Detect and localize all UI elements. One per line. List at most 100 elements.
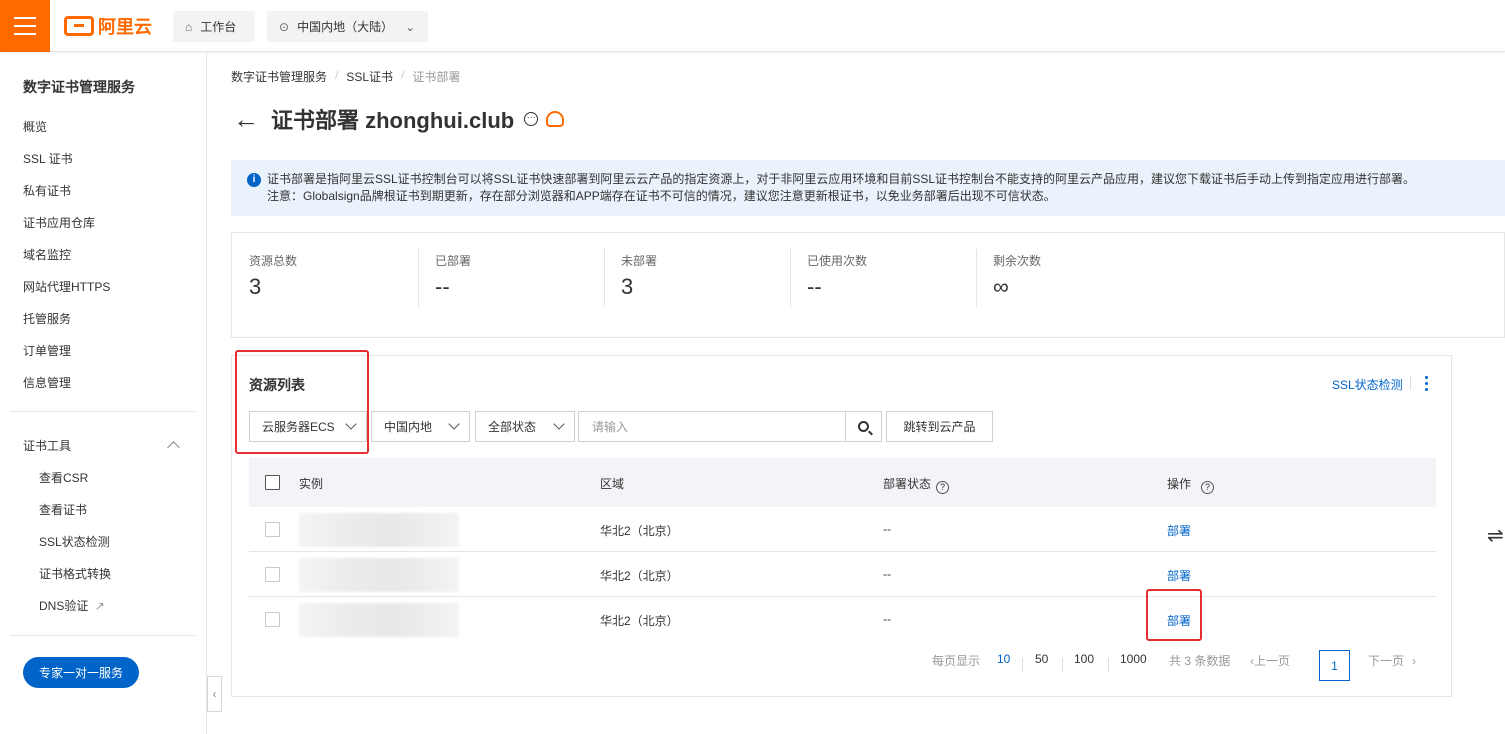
breadcrumb-separator: / (335, 68, 339, 82)
stat-value: -- (435, 274, 450, 299)
kebab-menu-icon[interactable] (1425, 376, 1428, 394)
status-filter-select[interactable]: 全部状态 (475, 411, 575, 442)
back-arrow-icon[interactable]: ← (233, 104, 259, 135)
row-checkbox[interactable] (265, 567, 280, 582)
sidebar-item-info[interactable]: 信息管理 (23, 374, 71, 391)
page-size-option[interactable]: 1000 (1120, 652, 1147, 666)
stat-label: 已使用次数 (807, 254, 868, 268)
pager-separator (1022, 658, 1023, 672)
help-icon[interactable]: ? (1201, 481, 1215, 494)
headset-support-icon[interactable] (546, 111, 565, 127)
sidebar: 数字证书管理服务 概览 SSL 证书 私有证书 证书应用仓库 域名监控 网站代理… (0, 52, 207, 734)
dns-verify-label: DNS验证 (39, 599, 89, 613)
info-icon: i (247, 173, 261, 187)
sidebar-item-cert-repo[interactable]: 证书应用仓库 (23, 214, 95, 231)
column-region: 区域 (600, 477, 625, 491)
search-button[interactable] (846, 411, 882, 442)
more-options-icon[interactable]: ··· (524, 112, 539, 126)
chevron-up-icon[interactable] (167, 441, 180, 454)
page-size-option[interactable]: 50 (1035, 652, 1048, 666)
search-icon (858, 421, 869, 432)
row-status: -- (883, 567, 891, 581)
goto-cloud-product-button[interactable]: 跳转到云产品 (886, 411, 993, 442)
per-page-label: 每页显示 (932, 654, 981, 668)
logo-text: 阿里云 (98, 17, 152, 37)
help-icon[interactable]: ? (936, 481, 950, 494)
pager-separator (1108, 658, 1109, 672)
stat-value: -- (807, 274, 822, 299)
stat-label: 已部署 (435, 254, 472, 268)
status-filter-value: 全部状态 (488, 420, 537, 434)
prev-page-button[interactable]: ‹上一页 (1250, 652, 1290, 669)
row-status: -- (883, 612, 891, 626)
column-deploy-status-label: 部署状态 (883, 477, 932, 491)
highlight-box-resource-list (235, 350, 369, 454)
region-selector[interactable]: ⊙ 中国内地（大陆） ⌄ (267, 11, 428, 42)
stats-panel: 资源总数 3 已部署 -- 未部署 3 已使用次数 -- 剩余次数 ∞ (231, 232, 1505, 338)
next-page-button[interactable]: 下一页 › (1368, 652, 1416, 669)
stat-divider (604, 249, 605, 307)
sidebar-item-orders[interactable]: 订单管理 (23, 342, 71, 359)
pager-separator (1062, 658, 1063, 672)
instance-name-redacted (299, 558, 459, 592)
location-pin-icon: ⊙ (279, 19, 290, 34)
sidebar-item-view-csr[interactable]: 查看CSR (39, 469, 88, 486)
deploy-link[interactable]: 部署 (1167, 567, 1191, 584)
breadcrumb: 数字证书管理服务 / SSL证书 / 证书部署 (231, 68, 460, 85)
sidebar-item-view-cert[interactable]: 查看证书 (39, 501, 87, 518)
expert-service-button[interactable]: 专家一对一服务 (23, 657, 139, 688)
swap-icon[interactable]: ⇌ (1487, 523, 1504, 548)
sidebar-item-hosting[interactable]: 托管服务 (23, 310, 71, 327)
aliyun-logo[interactable]: 阿里云 (64, 15, 152, 37)
row-checkbox[interactable] (265, 522, 280, 537)
prev-page-label: 上一页 (1254, 654, 1291, 668)
resource-list-card: 资源列表 SSL状态检测 云服务器ECS 中国内地 全部状态 跳转到云产品 实例… (231, 355, 1452, 697)
stat-undeployed: 未部署 3 (604, 233, 790, 337)
sidebar-group-tools[interactable]: 证书工具 (23, 437, 71, 454)
select-all-checkbox[interactable] (265, 475, 280, 490)
sidebar-item-ssl-check[interactable]: SSL状态检测 (39, 533, 110, 550)
sidebar-item-https-proxy[interactable]: 网站代理HTTPS (23, 278, 110, 295)
deploy-link[interactable]: 部署 (1167, 522, 1191, 539)
sidebar-item-domain-monitor[interactable]: 域名监控 (23, 246, 71, 263)
page-number-current[interactable]: 1 (1319, 650, 1350, 681)
highlight-box-deploy (1146, 589, 1202, 641)
stat-value: 3 (621, 274, 634, 299)
breadcrumb-current: 证书部署 (412, 70, 461, 84)
region-filter-select[interactable]: 中国内地 (371, 411, 470, 442)
instance-name-redacted (299, 603, 459, 637)
page-size-option[interactable]: 100 (1074, 652, 1094, 666)
page-size-option[interactable]: 10 (997, 652, 1010, 666)
sidebar-item-private-cert[interactable]: 私有证书 (23, 182, 71, 199)
breadcrumb-item[interactable]: SSL证书 (346, 68, 393, 85)
ssl-status-check-link[interactable]: SSL状态检测 (1332, 376, 1403, 393)
stat-value: 3 (249, 274, 262, 299)
external-link-icon: ↗ (94, 599, 105, 613)
workbench-label: 工作台 (200, 20, 237, 34)
menu-icon[interactable] (0, 0, 50, 52)
sidebar-collapse-handle[interactable]: ‹ (207, 676, 222, 712)
stat-label: 剩余次数 (993, 254, 1042, 268)
chevron-down-icon (553, 418, 565, 430)
workbench-button[interactable]: ⌂ 工作台 (173, 11, 255, 42)
link-separator (1410, 376, 1411, 390)
breadcrumb-item[interactable]: 数字证书管理服务 (231, 68, 327, 85)
column-action-label: 操作 (1167, 477, 1192, 491)
stat-label: 资源总数 (249, 254, 298, 268)
sidebar-title: 数字证书管理服务 (23, 79, 135, 95)
total-count: 共 3 条数据 (1169, 654, 1231, 668)
sidebar-item-ssl-cert[interactable]: SSL 证书 (23, 150, 73, 167)
chevron-down-icon (448, 418, 460, 430)
stat-divider (418, 249, 419, 307)
sidebar-item-format-convert[interactable]: 证书格式转换 (39, 565, 111, 582)
table-row: 华北2（北京） -- 部署 (249, 597, 1436, 642)
chevron-left-icon: ‹ (212, 687, 217, 701)
row-checkbox[interactable] (265, 612, 280, 627)
search-input[interactable] (578, 411, 846, 442)
row-region: 华北2（北京） (600, 524, 679, 538)
stat-total: 资源总数 3 (232, 233, 418, 337)
sidebar-item-dns-verify[interactable]: DNS验证 ↗ (39, 597, 105, 614)
stat-remaining: 剩余次数 ∞ (976, 233, 1162, 337)
table-row: 华北2（北京） -- 部署 (249, 507, 1436, 552)
sidebar-item-overview[interactable]: 概览 (23, 118, 47, 135)
